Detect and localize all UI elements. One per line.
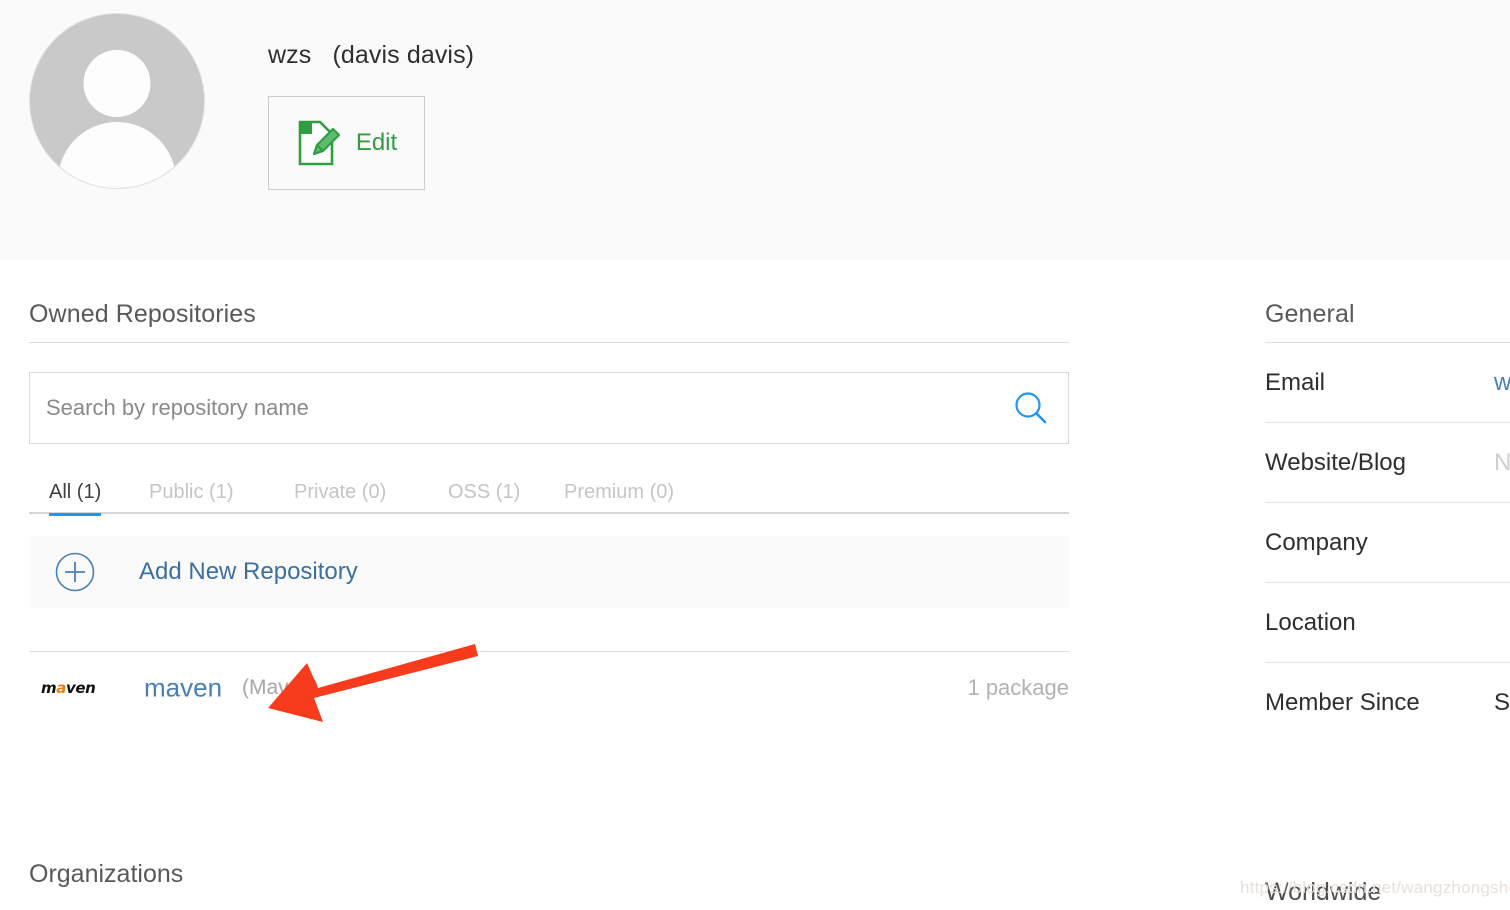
list-item: Email w [1265,343,1510,423]
avatar-head-shape [83,49,151,117]
repository-search-field[interactable] [29,372,1069,444]
tabs-underline [29,512,1069,514]
profile-header: wzs (davis davis) Edit [0,0,1510,260]
organizations-title: Organizations [29,860,184,888]
organizations-section: Organizations [29,860,1069,889]
edit-profile-label: Edit [355,129,398,156]
avatar [29,13,205,189]
list-item: Website/Blog N [1265,423,1510,503]
add-new-repository-label: Add New Repository [139,558,358,585]
page-title: wzs (davis davis) [268,41,475,69]
avatar-body-shape [58,121,176,188]
add-new-repository-button[interactable]: Add New Repository [29,536,1069,608]
member-since-value: S [1494,689,1510,716]
tab-private[interactable]: Private (0) [294,481,386,504]
email-label: Email [1265,368,1326,396]
edit-profile-button[interactable]: Edit [268,96,425,190]
repository-filter-tabs: All (1) Public (1) Private (0) OSS (1) P… [29,472,1069,516]
worldwide-title: Worldwide [1265,878,1382,906]
table-row[interactable]: maven maven (Maven) 1 package [29,652,1069,724]
website-blog-value: N [1494,448,1510,476]
profile-page: wzs (davis davis) Edit Owned Repositorie… [0,0,1510,910]
sidebar-footer-section: Worldwide [1265,878,1510,907]
general-info-list: Email w Website/Blog N Company Location … [1265,343,1510,743]
list-item: Location [1265,583,1510,663]
repository-package-count: 1 package [967,675,1069,700]
email-value[interactable]: w [1494,369,1510,397]
tab-all[interactable]: All (1) [49,481,102,516]
company-label: Company [1265,528,1368,556]
general-title: General [1265,300,1355,328]
owned-repositories-section: Owned Repositories All (1) Public (1) Pr… [29,300,1069,724]
owned-repositories-title: Owned Repositories [29,300,256,328]
member-since-label: Member Since [1265,689,1420,716]
list-item: Member Since S [1265,663,1510,743]
maven-logo-icon: maven [41,679,96,697]
list-item: Company [1265,503,1510,583]
search-icon [1012,392,1050,430]
location-label: Location [1265,608,1356,636]
tab-public[interactable]: Public (1) [149,481,233,504]
general-info-sidebar: General Email w Website/Blog N Company L… [1265,300,1510,743]
search-button[interactable] [1012,389,1050,427]
plus-circle-icon [29,552,95,592]
website-blog-label: Website/Blog [1265,448,1406,476]
document-pencil-edit-icon [296,118,342,168]
section-divider [29,342,1069,343]
repository-type-label: (Maven) [242,676,320,699]
search-input[interactable] [30,373,1010,443]
tab-oss[interactable]: OSS (1) [448,481,520,504]
tab-premium[interactable]: Premium (0) [564,481,674,504]
repository-name-link[interactable]: maven [144,673,222,704]
